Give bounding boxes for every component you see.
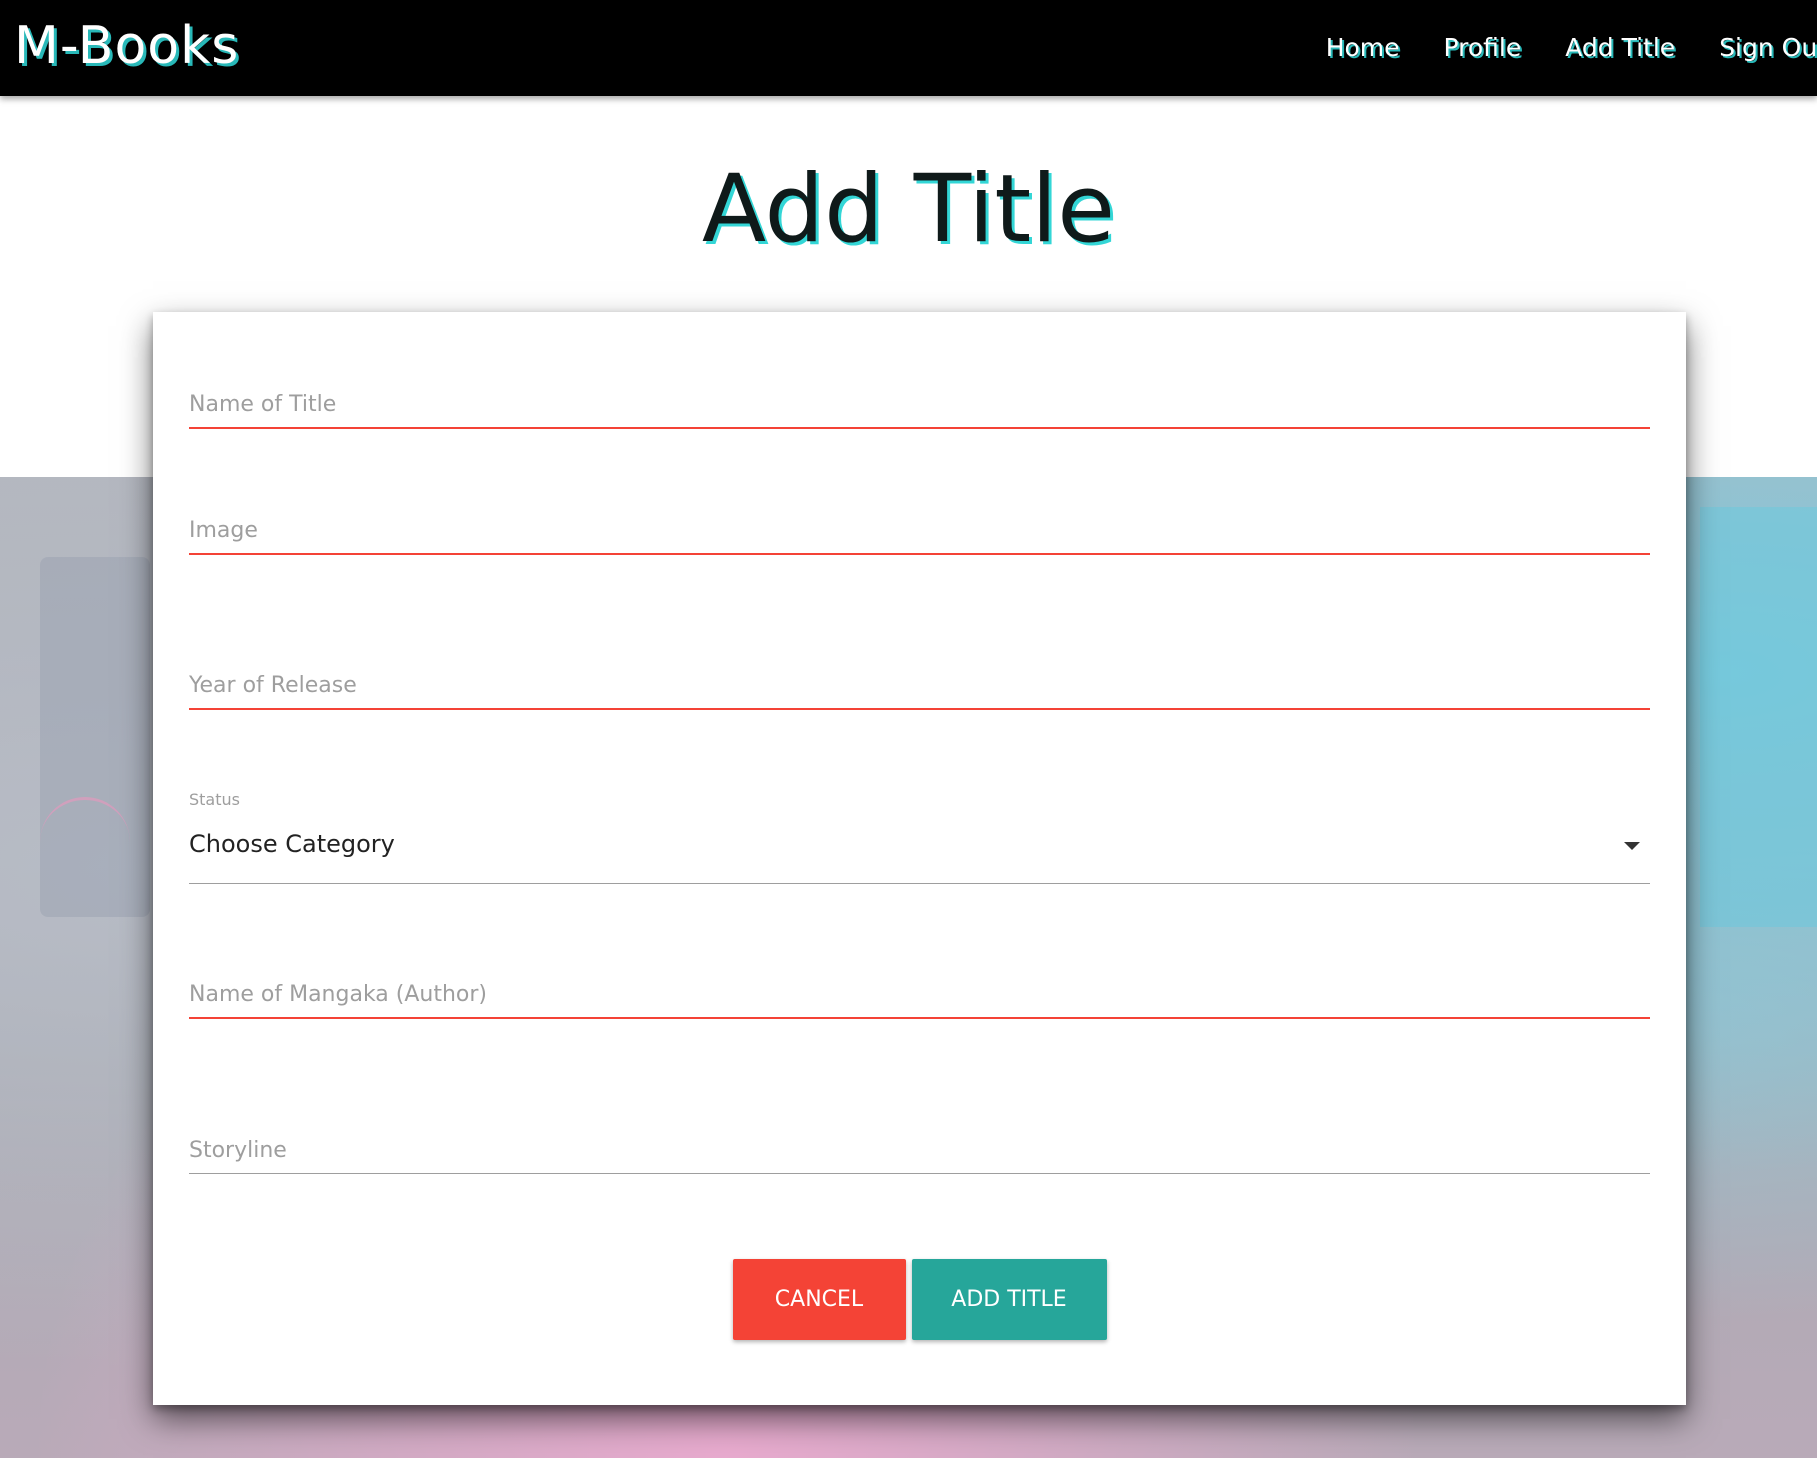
name-of-title-input[interactable] — [189, 392, 1650, 429]
add-title-button[interactable]: Add Title — [911, 1259, 1107, 1340]
status-selected-value: Choose Category — [189, 830, 395, 858]
status-select[interactable]: Choose Category — [189, 822, 1650, 884]
form-actions: Cancel Add Title — [153, 1259, 1686, 1340]
nav-links: Home Profile Add Title Sign Out — [1326, 30, 1817, 66]
add-title-form-card: Status Choose Category Cancel Add Title — [153, 312, 1686, 1405]
year-of-release-field — [189, 673, 1650, 710]
name-of-title-field — [189, 392, 1650, 429]
image-field — [189, 518, 1650, 555]
nav-link-sign-out[interactable]: Sign Out — [1719, 30, 1817, 66]
storyline-field — [189, 1138, 1650, 1174]
brand-logo[interactable]: M-Books — [14, 14, 239, 78]
nav-link-profile[interactable]: Profile — [1444, 30, 1522, 66]
status-label: Status — [189, 790, 240, 809]
nav-link-add-title[interactable]: Add Title — [1565, 30, 1675, 66]
page-title: Add Title — [701, 155, 1116, 264]
image-input[interactable] — [189, 518, 1650, 555]
background-shape — [40, 557, 150, 917]
cancel-button[interactable]: Cancel — [732, 1259, 906, 1340]
navbar: M-Books Home Profile Add Title Sign Out — [0, 0, 1817, 96]
caret-down-icon — [1624, 842, 1640, 850]
year-of-release-input[interactable] — [189, 673, 1650, 710]
storyline-input[interactable] — [189, 1138, 1650, 1174]
mangaka-input[interactable] — [189, 982, 1650, 1019]
background-shape — [1700, 507, 1817, 927]
nav-link-home[interactable]: Home — [1326, 30, 1400, 66]
mangaka-field — [189, 982, 1650, 1019]
